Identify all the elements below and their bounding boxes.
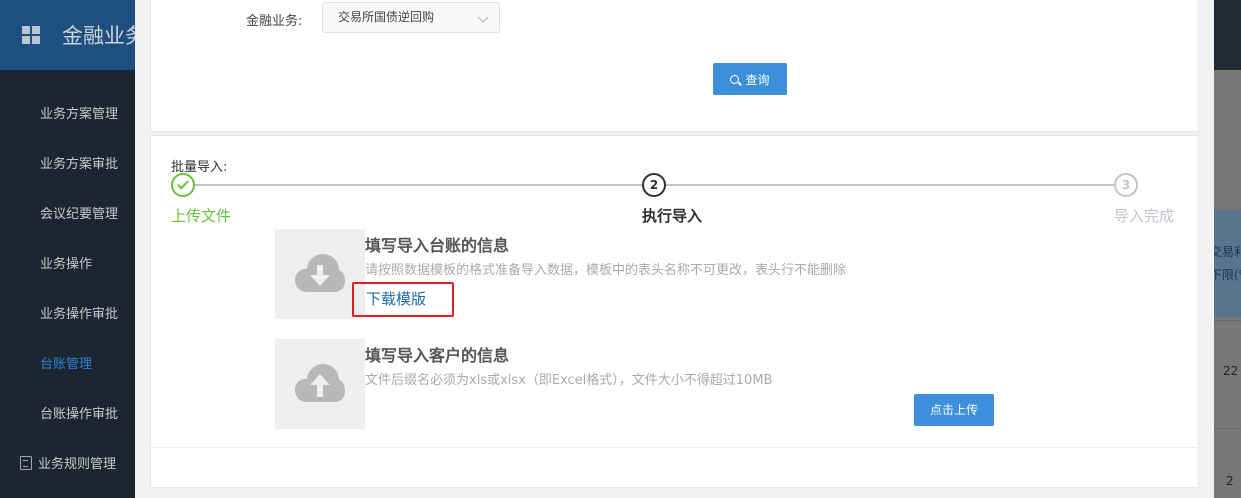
sidebar-item-operations[interactable]: 业务操作 bbox=[0, 240, 135, 290]
search-card: 金融业务: 交易所国债逆回购 查询 bbox=[150, 0, 1199, 132]
upload-section-title: 填写导入客户的信息 bbox=[365, 346, 510, 365]
batch-import-card: 批量导入: 2 3 上传文件 执行导入 导入完成 填写导入台账的信息 请按照数据… bbox=[150, 135, 1199, 488]
query-button[interactable]: 查询 bbox=[713, 63, 787, 95]
check-icon bbox=[176, 177, 190, 190]
step-1-title: 上传文件 bbox=[171, 207, 232, 225]
background-cell-value: 22 bbox=[1223, 364, 1239, 378]
sidebar-item-operation-approval[interactable]: 业务操作审批 bbox=[0, 290, 135, 340]
upload-section-desc: 文件后缀名必须为xls或xlsx（即Excel格式），文件大小不得超过10MB bbox=[365, 373, 773, 388]
background-header-text: 下限(% bbox=[1210, 268, 1241, 282]
sidebar-item-meeting-minutes[interactable]: 会议纪要管理 bbox=[0, 190, 135, 240]
batch-import-label: 批量导入: bbox=[171, 160, 228, 175]
cloud-upload-icon bbox=[295, 364, 345, 402]
cloud-download-icon bbox=[295, 254, 345, 292]
upload-tile bbox=[275, 339, 365, 429]
step-2-title: 执行导入 bbox=[642, 207, 703, 225]
sidebar: 金融业务 业务方案管理 业务方案审批 会议纪要管理 业务操作 业务操作审批 台账… bbox=[0, 0, 146, 498]
download-section-title: 填写导入台账的信息 bbox=[365, 236, 510, 255]
download-template-link[interactable]: 下载模版 bbox=[352, 282, 454, 317]
download-section-desc: 请按照数据模板的格式准备导入数据，模板中的表头名称不可更改，表头行不能删除 bbox=[365, 263, 847, 278]
app-title: 金融业务 bbox=[62, 24, 146, 48]
upload-button[interactable]: 点击上传 bbox=[914, 394, 994, 426]
background-row-divider bbox=[1214, 320, 1241, 321]
query-button-label: 查询 bbox=[745, 72, 770, 87]
grid-menu-icon[interactable] bbox=[22, 26, 40, 44]
step-connector bbox=[666, 184, 1116, 186]
chevron-down-icon bbox=[477, 11, 489, 23]
background-header-text: 交易利 bbox=[1210, 245, 1241, 259]
import-dialog: 金融业务: 交易所国债逆回购 查询 批量导入: 2 3 上传文件 执行导入 导入… bbox=[135, 0, 1214, 498]
sidebar-item-label: 业务规则管理 bbox=[38, 457, 117, 472]
step-3-title: 导入完成 bbox=[1114, 207, 1175, 225]
step-3-indicator: 3 bbox=[1114, 173, 1138, 197]
search-icon bbox=[730, 74, 740, 84]
sidebar-item-plan-approval[interactable]: 业务方案审批 bbox=[0, 140, 135, 190]
business-select[interactable]: 交易所国债逆回购 bbox=[322, 2, 500, 33]
step-2-indicator: 2 bbox=[642, 173, 666, 197]
divider bbox=[151, 447, 1198, 448]
business-field-label: 金融业务: bbox=[246, 14, 303, 29]
sidebar-header: 金融业务 bbox=[0, 0, 146, 70]
sidebar-item-ledger-management[interactable]: 台账管理 bbox=[0, 340, 135, 390]
background-topbar bbox=[1214, 0, 1241, 70]
business-select-value: 交易所国债逆回购 bbox=[338, 10, 435, 24]
sidebar-menu: 业务方案管理 业务方案审批 会议纪要管理 业务操作 业务操作审批 台账管理 台账… bbox=[0, 90, 135, 490]
background-table-header bbox=[1214, 210, 1241, 317]
background-cell-value: 2 bbox=[1226, 474, 1234, 488]
sidebar-item-ledger-approval[interactable]: 台账操作审批 bbox=[0, 390, 135, 440]
step-connector bbox=[194, 184, 644, 186]
background-row-divider bbox=[1214, 428, 1241, 429]
document-icon bbox=[20, 456, 32, 470]
sidebar-item-rules-management[interactable]: 业务规则管理 bbox=[0, 440, 135, 490]
step-1-indicator bbox=[171, 173, 195, 197]
sidebar-item-plan-management[interactable]: 业务方案管理 bbox=[0, 90, 135, 140]
